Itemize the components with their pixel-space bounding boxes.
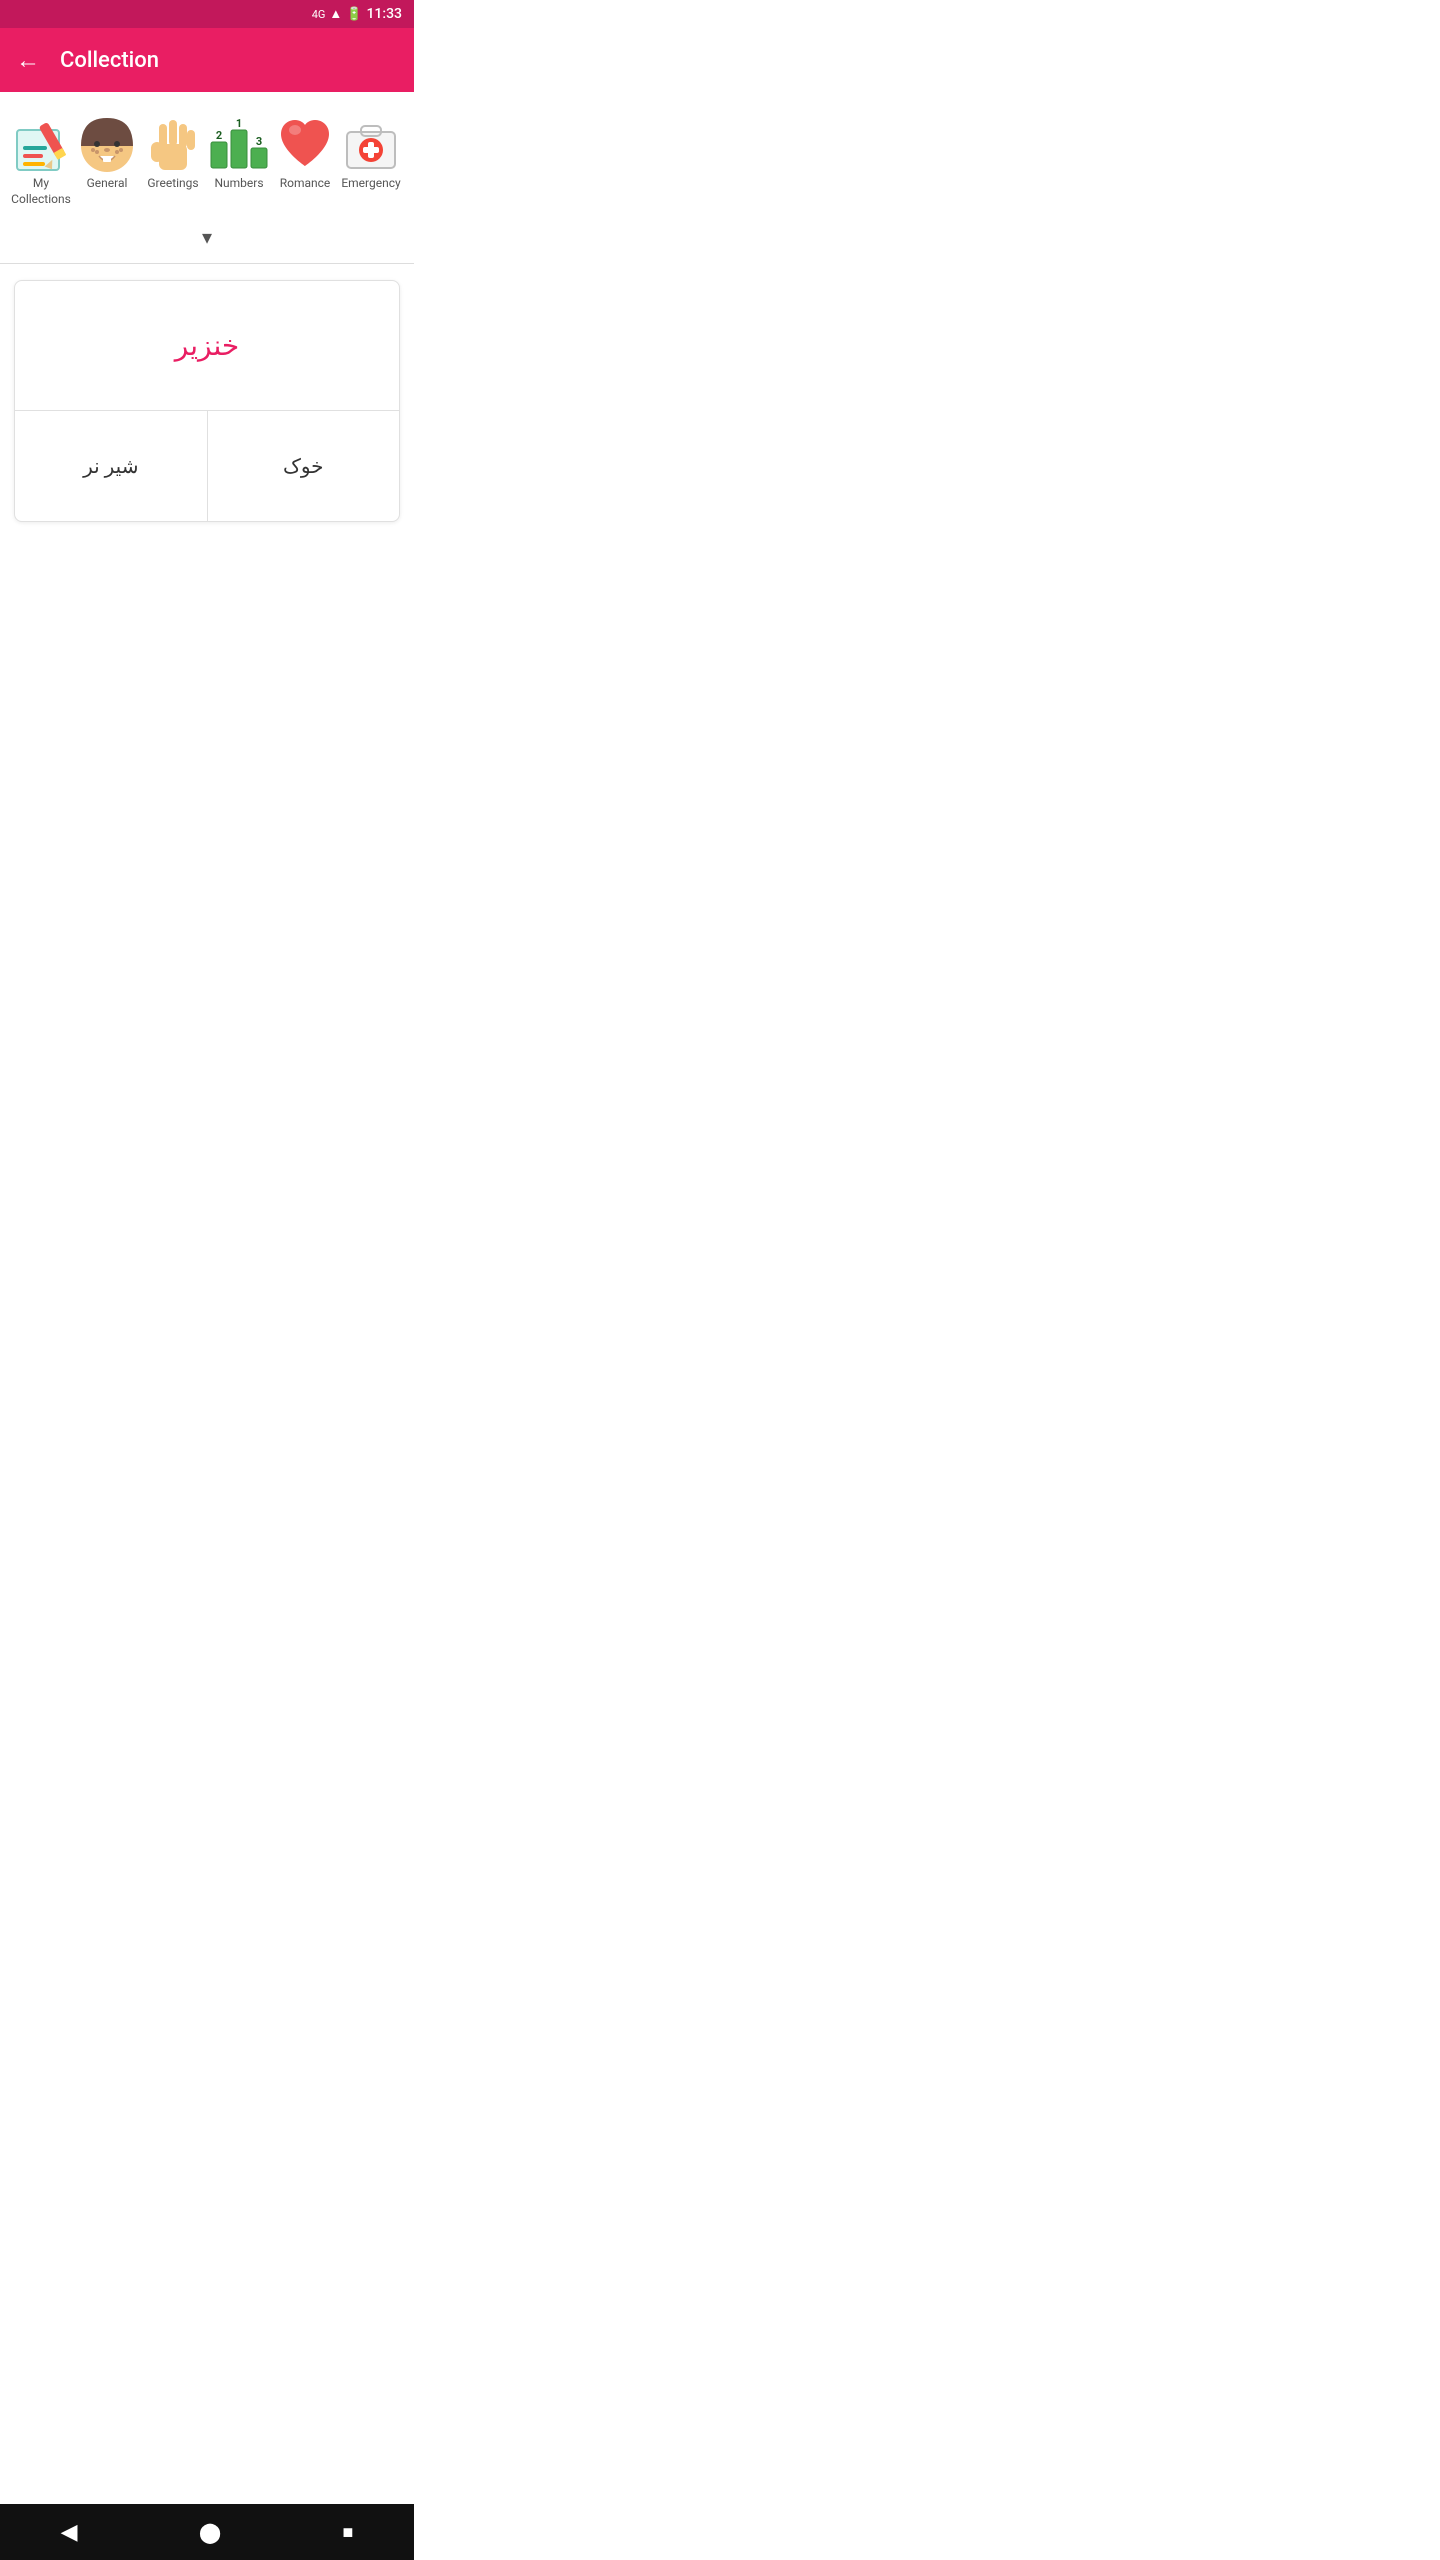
category-label-romance: Romance (280, 176, 331, 192)
chevron-row: ▾ (0, 215, 414, 263)
page-title: Collection (60, 48, 159, 73)
quiz-card: خنزير شیر نر خوک (14, 280, 400, 522)
general-icon (75, 112, 139, 176)
category-label-my-collections: My Collections (8, 176, 74, 207)
category-item-emergency[interactable]: Emergency (338, 112, 404, 192)
category-label-general: General (87, 176, 128, 192)
network-label: 4G (312, 8, 326, 21)
category-item-general[interactable]: General (74, 112, 140, 192)
nav-recent-button[interactable] (342, 2522, 353, 2543)
category-row: My Collections (0, 92, 414, 215)
quiz-question: خنزير (15, 281, 399, 411)
section-divider (0, 263, 414, 264)
quiz-option-left[interactable]: شیر نر (15, 411, 208, 521)
emergency-icon (339, 112, 403, 176)
svg-text:3: 3 (256, 135, 262, 148)
app-header: ← Collection (0, 28, 414, 92)
status-icons: 4G ▲ 🔋 11:33 (312, 6, 402, 22)
nav-back-button[interactable] (61, 2520, 78, 2545)
quiz-option-right[interactable]: خوک (208, 411, 400, 521)
greetings-icon (141, 112, 205, 176)
signal-icon: ▲ (329, 6, 342, 22)
category-label-numbers: Numbers (214, 176, 263, 192)
question-word: خنزير (175, 329, 239, 362)
battery-icon: 🔋 (346, 7, 362, 22)
category-item-greetings[interactable]: Greetings (140, 112, 206, 192)
status-bar: 4G ▲ 🔋 11:33 (0, 0, 414, 28)
romance-icon (273, 112, 337, 176)
nav-home-button[interactable] (199, 2520, 221, 2544)
category-item-numbers[interactable]: 2 1 3 Numbers (206, 112, 272, 192)
nav-bar (0, 2504, 414, 2560)
back-button[interactable]: ← (16, 46, 40, 75)
expand-chevron[interactable]: ▾ (202, 225, 212, 249)
category-item-my-collections[interactable]: My Collections (8, 112, 74, 207)
my-collections-icon (9, 112, 73, 176)
numbers-icon: 2 1 3 (207, 112, 271, 176)
time-display: 11:33 (366, 6, 402, 22)
category-label-greetings: Greetings (147, 176, 198, 192)
quiz-options: شیر نر خوک (15, 411, 399, 521)
svg-text:1: 1 (236, 117, 242, 130)
svg-text:2: 2 (216, 129, 222, 142)
category-label-emergency: Emergency (341, 176, 400, 192)
category-item-romance[interactable]: Romance (272, 112, 338, 192)
